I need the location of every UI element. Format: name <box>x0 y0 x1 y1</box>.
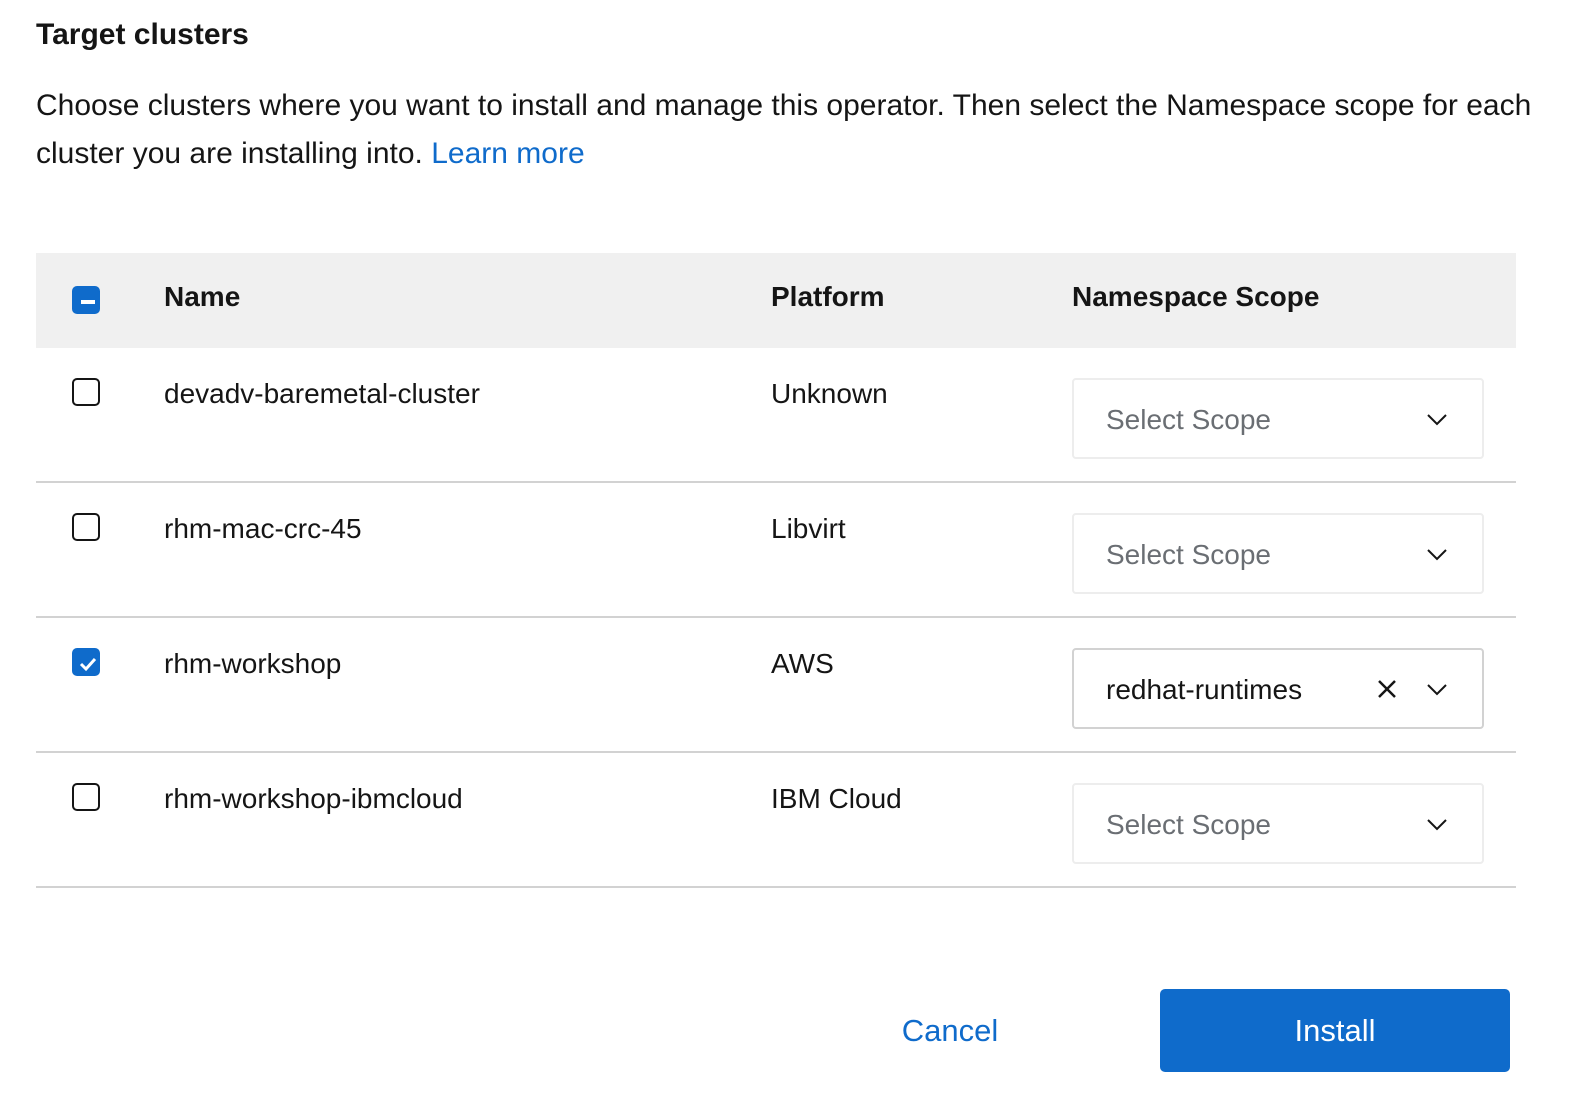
namespace-scope-select[interactable]: redhat-runtimes <box>1072 648 1484 729</box>
chevron-down-icon <box>1427 549 1447 561</box>
clear-icon[interactable] <box>1376 678 1398 700</box>
cluster-platform: Unknown <box>771 378 888 409</box>
table-row: rhm-workshop AWS redhat-runtimes <box>36 618 1516 753</box>
row-checkbox[interactable] <box>72 648 100 676</box>
chevron-down-icon <box>1427 414 1447 426</box>
check-icon <box>79 657 97 672</box>
table-header: Name Platform Namespace Scope <box>36 253 1516 348</box>
column-header-platform[interactable]: Platform <box>771 281 885 313</box>
select-all-checkbox[interactable] <box>72 286 100 314</box>
clusters-table: Name Platform Namespace Scope devadv-bar… <box>36 253 1516 888</box>
learn-more-link[interactable]: Learn more <box>431 137 584 170</box>
cluster-name: rhm-workshop <box>164 648 342 679</box>
scope-value: Select Scope <box>1106 404 1271 435</box>
scope-value: redhat-runtimes <box>1106 674 1303 705</box>
minus-icon <box>81 300 95 304</box>
cluster-platform: Libvirt <box>771 513 846 544</box>
scope-value: Select Scope <box>1106 809 1271 840</box>
namespace-scope-select[interactable]: Select Scope <box>1072 783 1484 864</box>
cluster-name: rhm-workshop-ibmcloud <box>164 783 463 814</box>
section-title: Target clusters <box>36 18 249 51</box>
row-checkbox[interactable] <box>72 378 100 406</box>
chevron-down-icon <box>1427 684 1447 696</box>
cluster-platform: AWS <box>771 648 834 679</box>
cancel-button[interactable]: Cancel <box>880 990 1020 1072</box>
row-checkbox[interactable] <box>72 513 100 541</box>
cluster-platform: IBM Cloud <box>771 783 902 814</box>
namespace-scope-select[interactable]: Select Scope <box>1072 378 1484 459</box>
row-checkbox[interactable] <box>72 783 100 811</box>
column-header-name[interactable]: Name <box>164 281 240 313</box>
table-row: rhm-workshop-ibmcloud IBM Cloud Select Sco… <box>36 753 1516 888</box>
chevron-down-icon <box>1427 819 1447 831</box>
description-text: Choose clusters where you want to instal… <box>36 89 1532 170</box>
column-header-namespace-scope[interactable]: Namespace Scope <box>1072 281 1319 313</box>
scope-value: Select Scope <box>1106 539 1271 570</box>
install-button[interactable]: Install <box>1160 989 1510 1072</box>
cluster-name: rhm-mac-crc-45 <box>164 513 362 544</box>
section-description: Choose clusters where you want to instal… <box>36 82 1536 178</box>
table-row: rhm-mac-crc-45 Libvirt Select Scope <box>36 483 1516 618</box>
namespace-scope-select[interactable]: Select Scope <box>1072 513 1484 594</box>
table-row: devadv-baremetal-cluster Unknown Select Sc… <box>36 348 1516 483</box>
cluster-name: devadv-baremetal-cluster <box>164 378 480 409</box>
